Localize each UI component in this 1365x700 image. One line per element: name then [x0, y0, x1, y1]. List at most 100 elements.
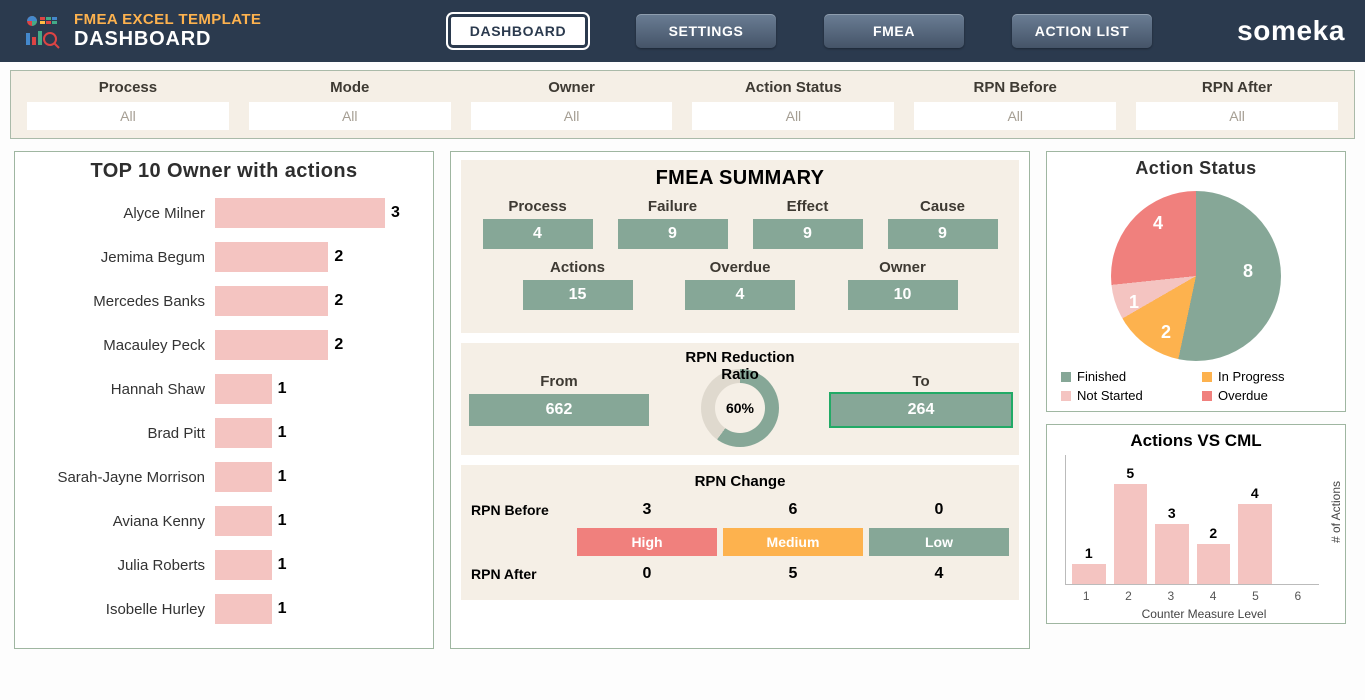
tab-fmea[interactable]: FMEA	[824, 14, 964, 48]
filter-process[interactable]: All	[27, 102, 229, 130]
title-block: FMEA EXCEL TEMPLATE DASHBOARD	[74, 11, 374, 51]
cml-bar	[1238, 504, 1272, 584]
owner-name: Sarah-Jayne Morrison	[25, 469, 205, 486]
filter-rpn-after[interactable]: All	[1136, 102, 1338, 130]
owners-card: TOP 10 Owner with actions Alyce Milner3J…	[14, 151, 434, 649]
cml-x-tick: 3	[1150, 589, 1192, 603]
kpi-cause: 9	[888, 219, 998, 249]
cml-bar	[1072, 564, 1106, 584]
cml-value: 1	[1085, 545, 1093, 561]
owner-name: Jemima Begum	[25, 249, 205, 266]
leg-finished: Finished	[1077, 369, 1126, 384]
rpn-after-high: 0	[577, 565, 717, 583]
owner-value: 2	[334, 336, 343, 354]
filter-process-label: Process	[99, 79, 157, 96]
filter-rpn-before[interactable]: All	[914, 102, 1116, 130]
rpn-from-label: From	[469, 373, 649, 390]
owner-row: Brad Pitt1	[25, 411, 423, 455]
cml-bar-group: 2	[1197, 525, 1231, 584]
cml-bar-group: 4	[1238, 485, 1272, 584]
rpn-to-label: To	[831, 373, 1011, 390]
owner-name: Alyce Milner	[25, 205, 205, 222]
owner-bar	[215, 286, 328, 316]
owner-name: Isobelle Hurley	[25, 601, 205, 618]
owner-bar	[215, 198, 385, 228]
cml-value: 3	[1168, 505, 1176, 521]
owner-bar	[215, 330, 328, 360]
owner-bar	[215, 594, 272, 624]
chip-medium: Medium	[723, 528, 863, 556]
chip-high: High	[577, 528, 717, 556]
filter-mode[interactable]: All	[249, 102, 451, 130]
filter-status-label: Action Status	[745, 79, 842, 96]
owner-value: 1	[278, 512, 287, 530]
kpi-failure-label: Failure	[618, 198, 728, 215]
pie-n-finished: 8	[1243, 261, 1253, 282]
kpi-actions: 15	[523, 280, 633, 310]
owner-row: Aviana Kenny1	[25, 499, 423, 543]
filter-bar: Process All Mode All Owner All Action St…	[10, 70, 1355, 139]
owner-bar	[215, 374, 272, 404]
owner-row: Julia Roberts 1	[25, 543, 423, 587]
cml-ylabel: # of Actions	[1329, 481, 1343, 543]
tab-action-list[interactable]: ACTION LIST	[1012, 14, 1152, 48]
brand-label: someka	[1237, 15, 1345, 47]
cml-card: Actions VS CML # of Actions 15324 123456…	[1046, 424, 1346, 624]
cml-value: 2	[1209, 525, 1217, 541]
rpn-from: 662	[469, 394, 649, 426]
kpi-owner: 10	[848, 280, 958, 310]
kpi-overdue: 4	[685, 280, 795, 310]
status-legend: Finished In Progress Not Started Overdue	[1055, 369, 1337, 403]
nav-tabs: DASHBOARD SETTINGS FMEA ACTION LIST	[448, 14, 1152, 48]
leg-in-progress: In Progress	[1218, 369, 1284, 384]
owner-value: 3	[391, 204, 400, 222]
cml-bar-group: 3	[1155, 505, 1189, 584]
leg-not-started: Not Started	[1077, 388, 1143, 403]
kpi-cause-label: Cause	[888, 198, 998, 215]
tab-settings[interactable]: SETTINGS	[636, 14, 776, 48]
page-title: DASHBOARD	[74, 28, 374, 51]
filter-owner[interactable]: All	[471, 102, 673, 130]
filter-mode-label: Mode	[330, 79, 369, 96]
pie-n-in-progress: 2	[1161, 322, 1171, 343]
owner-row: Isobelle Hurley 1	[25, 587, 423, 631]
cml-xlabel: Counter Measure Level	[1055, 607, 1353, 621]
kpi-pane: FMEA SUMMARY Process4 Failure9 Effect9 C…	[461, 160, 1019, 333]
kpi-actions-label: Actions	[523, 259, 633, 276]
owner-row: Mercedes Banks 2	[25, 279, 423, 323]
owner-bar	[215, 506, 272, 536]
owner-value: 2	[334, 248, 343, 266]
leg-overdue: Overdue	[1218, 388, 1268, 403]
kpi-effect: 9	[753, 219, 863, 249]
owner-bar	[215, 462, 272, 492]
app-icon	[20, 11, 60, 51]
rpn-change-title: RPN Change	[471, 473, 1009, 490]
kpi-overdue-label: Overdue	[685, 259, 795, 276]
summary-card: FMEA SUMMARY Process4 Failure9 Effect9 C…	[450, 151, 1030, 649]
filter-status[interactable]: All	[692, 102, 894, 130]
tab-dashboard[interactable]: DASHBOARD	[448, 14, 588, 48]
kpi-process: 4	[483, 219, 593, 249]
cml-chart: 15324	[1065, 455, 1319, 585]
rpn-pct: 60%	[715, 383, 765, 433]
owner-row: Hannah Shaw1	[25, 367, 423, 411]
owner-row: Jemima Begum 2	[25, 235, 423, 279]
cml-bar	[1114, 484, 1148, 584]
owner-name: Julia Roberts	[25, 557, 205, 574]
cml-x-tick: 6	[1277, 589, 1319, 603]
cml-bar-group: 1	[1072, 545, 1106, 584]
rpn-to: 264	[831, 394, 1011, 426]
filter-rpn-after-label: RPN After	[1202, 79, 1272, 96]
owner-row: Alyce Milner 3	[25, 191, 423, 235]
cml-value: 4	[1251, 485, 1259, 501]
owner-value: 1	[278, 600, 287, 618]
owner-value: 1	[278, 556, 287, 574]
rpn-after-medium: 5	[723, 565, 863, 583]
owner-name: Mercedes Banks	[25, 293, 205, 310]
rpn-before-medium: 6	[723, 501, 863, 519]
owner-value: 2	[334, 292, 343, 310]
top-header: FMEA EXCEL TEMPLATE DASHBOARD DASHBOARD …	[0, 0, 1365, 62]
status-title: Action Status	[1055, 158, 1337, 179]
rpn-after-label: RPN After	[471, 566, 571, 582]
status-card: Action Status 8 2 1 4 Finished In Progre…	[1046, 151, 1346, 412]
